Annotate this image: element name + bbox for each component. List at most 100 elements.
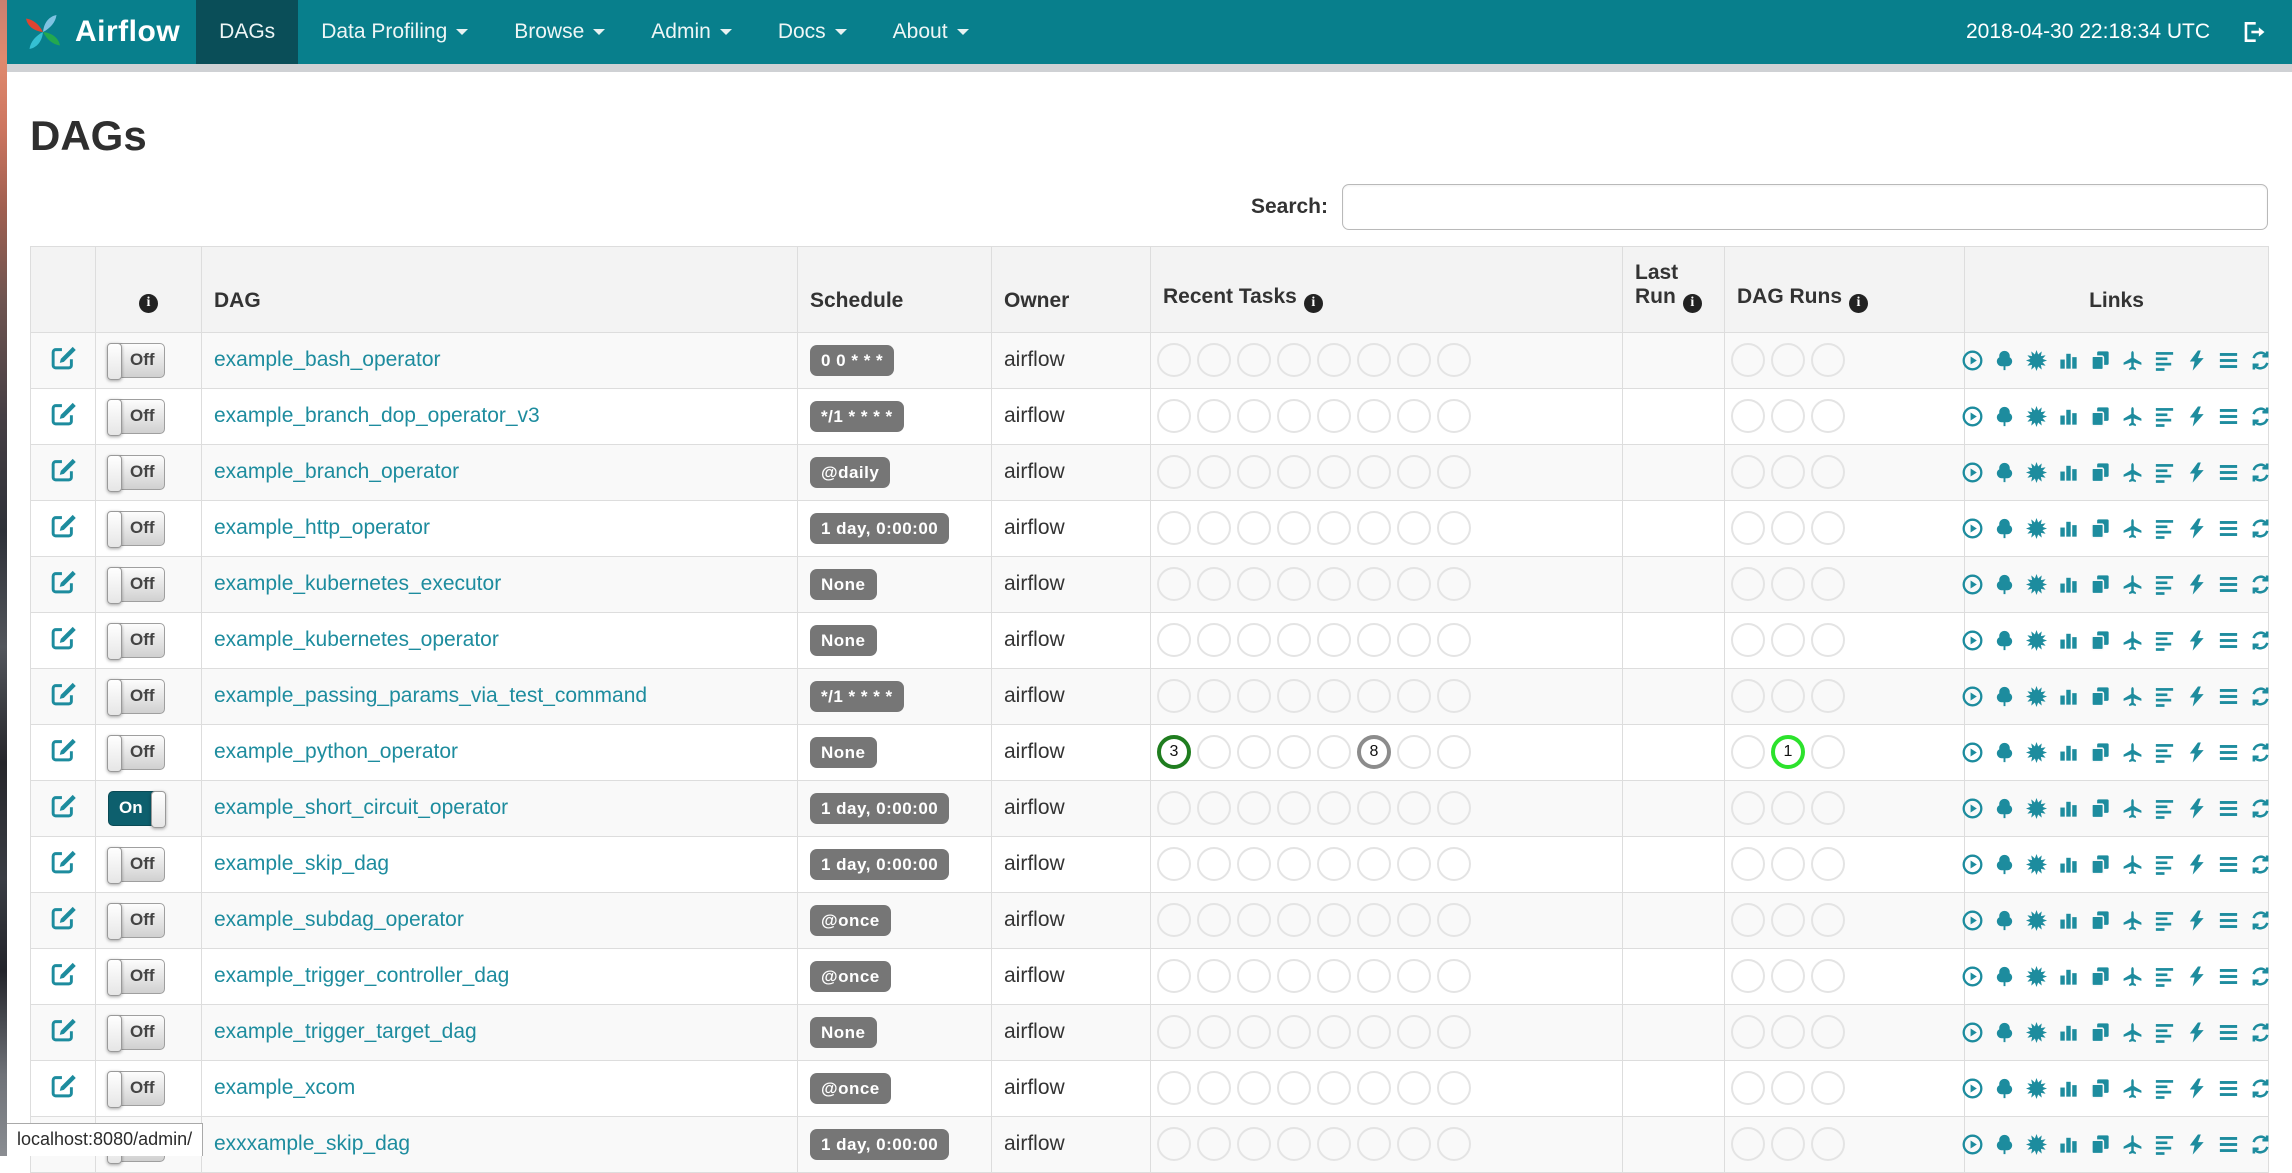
align-left-icon[interactable] [2153,965,2176,988]
copy-icon[interactable] [2089,741,2112,764]
bar-chart-icon[interactable] [2057,629,2080,652]
edit-dag-icon[interactable] [50,904,77,931]
sunburst-icon[interactable] [2025,741,2048,764]
tree-icon[interactable] [1993,349,2016,372]
tree-icon[interactable] [1993,1021,2016,1044]
sunburst-icon[interactable] [2025,1077,2048,1100]
dag-link[interactable]: example_passing_params_via_test_command [214,684,647,707]
plane-icon[interactable] [2121,853,2144,876]
play-circle-icon[interactable] [1961,853,1984,876]
bar-chart-icon[interactable] [2057,1021,2080,1044]
align-left-icon[interactable] [2153,797,2176,820]
copy-icon[interactable] [2089,1077,2112,1100]
align-left-icon[interactable] [2153,741,2176,764]
refresh-icon[interactable] [2249,461,2272,484]
play-circle-icon[interactable] [1961,405,1984,428]
bar-chart-icon[interactable] [2057,1077,2080,1100]
align-left-icon[interactable] [2153,517,2176,540]
sunburst-icon[interactable] [2025,461,2048,484]
refresh-icon[interactable] [2249,573,2272,596]
align-left-icon[interactable] [2153,685,2176,708]
dag-link[interactable]: example_bash_operator [214,348,441,371]
edit-dag-icon[interactable] [50,624,77,651]
dag-link[interactable]: example_http_operator [214,516,430,539]
bolt-icon[interactable] [2185,741,2208,764]
play-circle-icon[interactable] [1961,685,1984,708]
sunburst-icon[interactable] [2025,797,2048,820]
align-left-icon[interactable] [2153,349,2176,372]
sunburst-icon[interactable] [2025,685,2048,708]
bar-chart-icon[interactable] [2057,517,2080,540]
tree-icon[interactable] [1993,405,2016,428]
sunburst-icon[interactable] [2025,965,2048,988]
refresh-icon[interactable] [2249,741,2272,764]
refresh-icon[interactable] [2249,685,2272,708]
bolt-icon[interactable] [2185,349,2208,372]
tree-icon[interactable] [1993,517,2016,540]
dag-run-circle[interactable]: 1 [1771,735,1805,769]
dag-pause-toggle[interactable]: Off [108,343,165,378]
copy-icon[interactable] [2089,797,2112,820]
dag-link[interactable]: example_skip_dag [214,852,389,875]
plane-icon[interactable] [2121,461,2144,484]
tree-icon[interactable] [1993,909,2016,932]
dag-link[interactable]: example_short_circuit_operator [214,796,508,819]
copy-icon[interactable] [2089,909,2112,932]
dag-pause-toggle[interactable]: Off [108,679,165,714]
dag-pause-toggle[interactable]: Off [108,567,165,602]
bolt-icon[interactable] [2185,1133,2208,1156]
nav-item-dags[interactable]: DAGs [196,0,298,64]
menu-icon[interactable] [2217,685,2240,708]
dag-pause-toggle[interactable]: Off [108,1071,165,1106]
dag-pause-toggle[interactable]: Off [108,511,165,546]
tree-icon[interactable] [1993,573,2016,596]
play-circle-icon[interactable] [1961,741,1984,764]
menu-icon[interactable] [2217,461,2240,484]
dag-link[interactable]: exxxample_skip_dag [214,1132,410,1155]
nav-item-admin[interactable]: Admin [628,0,755,64]
align-left-icon[interactable] [2153,629,2176,652]
copy-icon[interactable] [2089,965,2112,988]
plane-icon[interactable] [2121,797,2144,820]
tree-icon[interactable] [1993,853,2016,876]
sunburst-icon[interactable] [2025,1021,2048,1044]
dag-pause-toggle[interactable]: Off [108,903,165,938]
dag-link[interactable]: example_branch_operator [214,460,459,483]
edit-dag-icon[interactable] [50,568,77,595]
sunburst-icon[interactable] [2025,629,2048,652]
dag-link[interactable]: example_subdag_operator [214,908,464,931]
bolt-icon[interactable] [2185,1077,2208,1100]
menu-icon[interactable] [2217,517,2240,540]
sign-out-icon[interactable] [2240,19,2266,45]
plane-icon[interactable] [2121,349,2144,372]
menu-icon[interactable] [2217,965,2240,988]
sunburst-icon[interactable] [2025,1133,2048,1156]
bolt-icon[interactable] [2185,573,2208,596]
copy-icon[interactable] [2089,629,2112,652]
edit-dag-icon[interactable] [50,848,77,875]
tree-icon[interactable] [1993,1133,2016,1156]
tree-icon[interactable] [1993,629,2016,652]
search-input[interactable] [1342,184,2268,230]
bolt-icon[interactable] [2185,797,2208,820]
refresh-icon[interactable] [2249,797,2272,820]
dag-link[interactable]: example_python_operator [214,740,458,763]
sunburst-icon[interactable] [2025,349,2048,372]
bolt-icon[interactable] [2185,965,2208,988]
bolt-icon[interactable] [2185,405,2208,428]
copy-icon[interactable] [2089,461,2112,484]
edit-dag-icon[interactable] [50,960,77,987]
bar-chart-icon[interactable] [2057,853,2080,876]
copy-icon[interactable] [2089,1021,2112,1044]
plane-icon[interactable] [2121,1077,2144,1100]
plane-icon[interactable] [2121,909,2144,932]
edit-dag-icon[interactable] [50,344,77,371]
play-circle-icon[interactable] [1961,573,1984,596]
align-left-icon[interactable] [2153,461,2176,484]
bar-chart-icon[interactable] [2057,349,2080,372]
bolt-icon[interactable] [2185,1021,2208,1044]
dag-pause-toggle[interactable]: Off [108,623,165,658]
refresh-icon[interactable] [2249,1133,2272,1156]
plane-icon[interactable] [2121,1021,2144,1044]
edit-dag-icon[interactable] [50,1072,77,1099]
